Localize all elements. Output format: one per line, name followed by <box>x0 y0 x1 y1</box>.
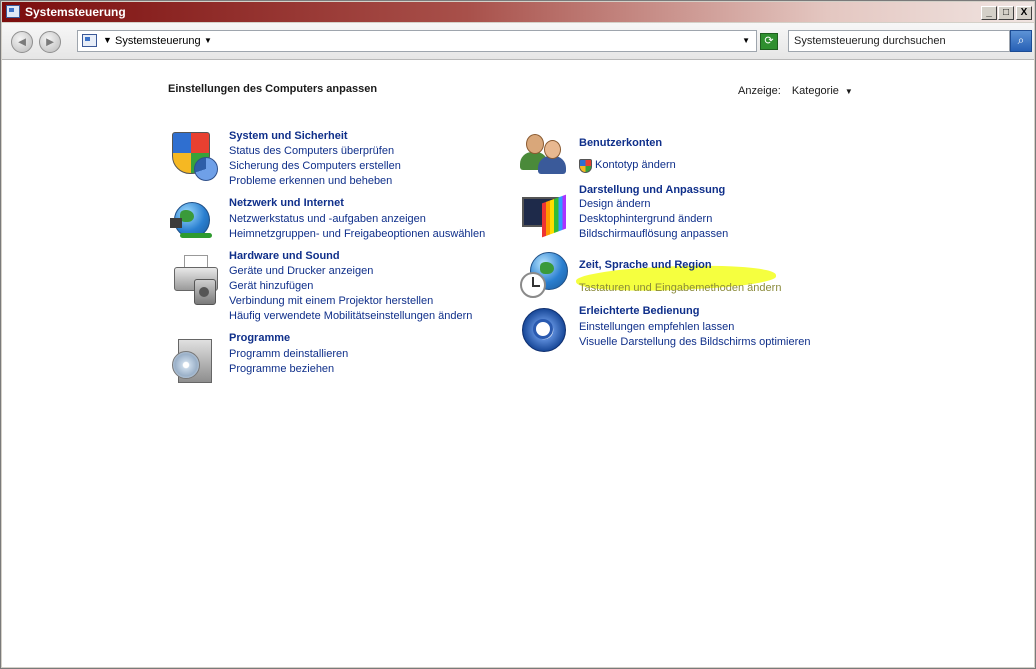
close-button[interactable]: X <box>1016 6 1032 20</box>
category-title[interactable]: Programme <box>229 332 290 344</box>
refresh-icon[interactable]: ⟳ <box>760 33 778 50</box>
title-bar[interactable]: Systemsteuerung _ □ X <box>2 2 1034 22</box>
category-title[interactable]: Benutzerkonten <box>579 137 662 149</box>
window-title: Systemsteuerung <box>25 5 126 19</box>
category-link[interactable]: Probleme erkennen und beheben <box>229 175 392 187</box>
view-selector: Anzeige: Kategorie ▼ <box>738 85 853 97</box>
user-accounts-icon[interactable] <box>520 132 568 176</box>
uac-shield-icon <box>579 159 592 173</box>
category-link[interactable]: Status des Computers überprüfen <box>229 145 394 157</box>
forward-button[interactable]: ► <box>39 31 61 53</box>
view-dropdown[interactable]: Kategorie <box>792 85 839 97</box>
category-link[interactable]: Design ändern <box>579 198 651 210</box>
category-link[interactable]: Kontotyp ändern <box>595 159 676 171</box>
category-link[interactable]: Tastaturen und Eingabemethoden ändern <box>579 282 781 294</box>
category-link[interactable]: Verbindung mit einem Projektor herstelle… <box>229 295 433 307</box>
network-globe-icon[interactable] <box>170 200 216 246</box>
appearance-icon[interactable] <box>520 193 568 238</box>
navigation-toolbar: ◄ ► ▼ Systemsteuerung ▼ ▼ ⟳ Systemsteuer… <box>2 23 1034 60</box>
content-area: Einstellungen des Computers anpassen Anz… <box>2 60 1034 667</box>
printer-speaker-icon[interactable] <box>170 255 220 305</box>
category-link[interactable]: Heimnetzgruppen- und Freigabeoptionen au… <box>229 228 485 240</box>
breadcrumb-control-panel[interactable]: Systemsteuerung <box>115 35 201 47</box>
search-icon[interactable]: ⌕ <box>1010 30 1032 52</box>
category-link[interactable]: Gerät hinzufügen <box>229 280 313 292</box>
back-button[interactable]: ◄ <box>11 31 33 53</box>
breadcrumb-arrow-icon[interactable]: ▼ <box>103 35 112 45</box>
chevron-down-icon[interactable]: ▼ <box>845 87 853 96</box>
category-link[interactable]: Visuelle Darstellung des Bildschirms opt… <box>579 336 811 348</box>
category-link[interactable]: Programme beziehen <box>229 363 334 375</box>
ease-of-access-icon[interactable] <box>520 308 568 356</box>
category-link[interactable]: Desktophintergrund ändern <box>579 213 712 225</box>
category-link[interactable]: Programm deinstallieren <box>229 348 348 360</box>
page-title: Einstellungen des Computers anpassen <box>168 83 378 95</box>
category-title[interactable]: Darstellung und Anpassung <box>579 184 725 196</box>
category-link[interactable]: Geräte und Drucker anzeigen <box>229 265 373 277</box>
control-panel-icon <box>82 34 97 47</box>
category-title[interactable]: Erleichterte Bedienung <box>579 305 699 317</box>
category-link[interactable]: Bildschirmauflösung anpassen <box>579 228 728 240</box>
minimize-button[interactable]: _ <box>981 6 997 20</box>
category-title[interactable]: Hardware und Sound <box>229 250 340 262</box>
control-panel-window: Systemsteuerung _ □ X ◄ ► ▼ Systemsteuer… <box>0 0 1036 669</box>
maximize-button[interactable]: □ <box>998 6 1014 20</box>
address-history-dropdown-icon[interactable]: ▼ <box>742 36 750 45</box>
category-link[interactable]: Sicherung des Computers erstellen <box>229 160 401 172</box>
security-shield-icon[interactable] <box>170 132 218 182</box>
category-title[interactable]: System und Sicherheit <box>229 130 348 142</box>
view-label: Anzeige: <box>738 85 781 97</box>
category-link[interactable]: Einstellungen empfehlen lassen <box>579 321 734 333</box>
breadcrumb-dropdown-icon[interactable]: ▼ <box>204 36 212 45</box>
search-input[interactable]: Systemsteuerung durchsuchen <box>788 30 1010 52</box>
category-link[interactable]: Netzwerkstatus und -aufgaben anzeigen <box>229 213 426 225</box>
category-title[interactable]: Zeit, Sprache und Region <box>579 259 712 271</box>
category-title[interactable]: Netzwerk und Internet <box>229 197 344 209</box>
control-panel-icon <box>6 5 20 18</box>
category-link[interactable]: Häufig verwendete Mobilitätseinstellunge… <box>229 310 472 322</box>
programs-disc-icon[interactable] <box>172 335 218 383</box>
address-bar[interactable]: ▼ Systemsteuerung ▼ ▼ <box>77 30 757 52</box>
clock-globe-icon[interactable] <box>520 252 570 302</box>
